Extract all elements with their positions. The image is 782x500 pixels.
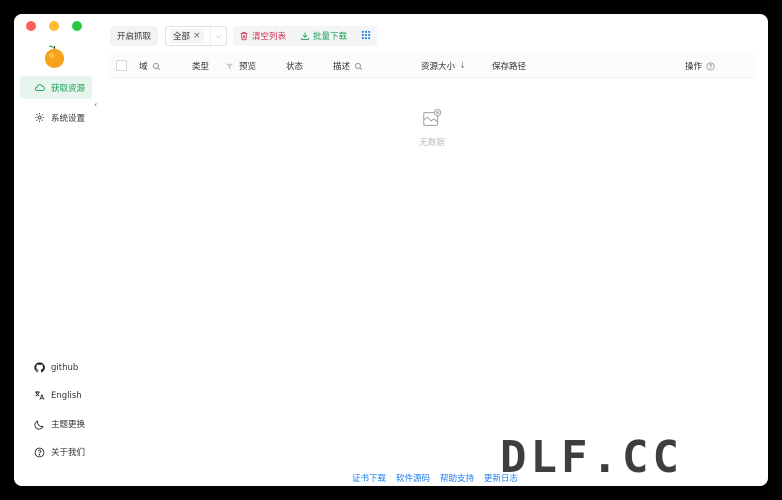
filter-icon[interactable] xyxy=(225,62,234,71)
footer-links: 证书下载 软件源码 帮助支持 更新日志 xyxy=(352,472,518,484)
column-status: 状态 xyxy=(286,54,303,78)
type-filter-select[interactable]: 全部 × ⌵ xyxy=(165,26,228,46)
column-size-label: 资源大小 xyxy=(421,62,456,72)
column-domain: 域 xyxy=(139,54,161,78)
start-capture-button[interactable]: 开启抓取 xyxy=(110,26,159,46)
clear-list-button[interactable]: 清空列表 xyxy=(239,30,286,42)
sidebar: 获取资源 系统设置 github English 主题更换 关于我们 xyxy=(14,14,96,486)
sort-arrow-icon: ↓ xyxy=(459,61,467,71)
app-window: 获取资源 系统设置 github English 主题更换 关于我们 ‹ 开启抓… xyxy=(14,14,768,486)
column-description-label: 描述 xyxy=(333,62,351,72)
sidebar-item-label: 获取资源 xyxy=(51,83,86,94)
batch-download-button[interactable]: 批量下载 xyxy=(300,30,347,42)
translate-icon xyxy=(35,391,45,400)
trash-icon xyxy=(240,32,248,41)
sidebar-item-settings[interactable]: 系统设置 xyxy=(20,106,92,129)
column-preview-label: 预览 xyxy=(239,62,257,72)
filter-tag-label: 全部 xyxy=(173,32,191,42)
help-circle-icon[interactable] xyxy=(706,61,715,71)
source-code-link[interactable]: 软件源码 xyxy=(396,472,430,484)
column-domain-label: 域 xyxy=(139,62,148,72)
grid-icon[interactable] xyxy=(361,30,371,43)
language-label: English xyxy=(51,390,82,401)
github-label: github xyxy=(51,362,79,373)
theme-label: 主题更换 xyxy=(51,420,86,430)
cloud-icon xyxy=(35,84,45,92)
search-icon[interactable] xyxy=(354,62,363,71)
filter-tag: 全部 × xyxy=(170,29,204,43)
column-description: 描述 xyxy=(333,54,363,78)
select-all-checkbox[interactable] xyxy=(116,60,127,71)
collapse-sidebar-icon[interactable]: ‹ xyxy=(94,100,97,109)
empty-text: 无数据 xyxy=(419,138,445,148)
action-button-group: 清空列表 批量下载 xyxy=(233,26,378,46)
help-link[interactable]: 帮助支持 xyxy=(440,472,474,484)
empty-state: 无数据 xyxy=(406,108,458,148)
minimize-window-button[interactable] xyxy=(49,21,59,31)
search-icon[interactable] xyxy=(152,62,161,71)
language-switch[interactable]: English xyxy=(34,390,82,401)
tag-close-icon[interactable]: × xyxy=(193,31,201,41)
cert-download-link[interactable]: 证书下载 xyxy=(352,472,386,484)
about-link[interactable]: 关于我们 xyxy=(34,446,85,458)
toolbar: 开启抓取 全部 × ⌵ 清空列表 批量下载 xyxy=(110,26,378,46)
column-type: 类型 xyxy=(192,54,234,78)
column-status-label: 状态 xyxy=(286,62,304,72)
github-link[interactable]: github xyxy=(34,362,78,373)
column-size[interactable]: 资源大小 ↓ xyxy=(421,54,466,78)
column-preview: 预览 xyxy=(239,54,256,78)
sidebar-item-get-resources[interactable]: 获取资源 xyxy=(20,76,92,99)
table-header: 域 类型 预览 状态 描述 资源大小 ↓ 保存路径 操作 xyxy=(109,54,755,78)
app-logo xyxy=(44,45,65,68)
maximize-window-button[interactable] xyxy=(72,21,82,31)
download-icon xyxy=(301,32,309,40)
column-actions-label: 操作 xyxy=(685,62,703,72)
moon-icon xyxy=(34,419,44,429)
batch-download-label: 批量下载 xyxy=(313,32,348,42)
about-label: 关于我们 xyxy=(51,448,86,458)
theme-switch[interactable]: 主题更换 xyxy=(34,418,85,430)
gear-icon xyxy=(35,113,44,122)
window-controls xyxy=(26,21,82,31)
help-circle-icon xyxy=(34,447,45,457)
chevron-down-icon[interactable]: ⌵ xyxy=(210,27,226,45)
column-save-path-label: 保存路径 xyxy=(492,62,527,72)
empty-box-icon xyxy=(423,108,442,126)
close-window-button[interactable] xyxy=(26,21,36,31)
column-save-path: 保存路径 xyxy=(492,54,526,78)
watermark: DLF.CC xyxy=(500,432,683,483)
clear-list-label: 清空列表 xyxy=(252,32,287,42)
column-actions: 操作 xyxy=(685,54,715,78)
column-type-label: 类型 xyxy=(192,62,210,72)
github-icon xyxy=(34,362,45,373)
sidebar-item-label: 系统设置 xyxy=(51,113,86,124)
